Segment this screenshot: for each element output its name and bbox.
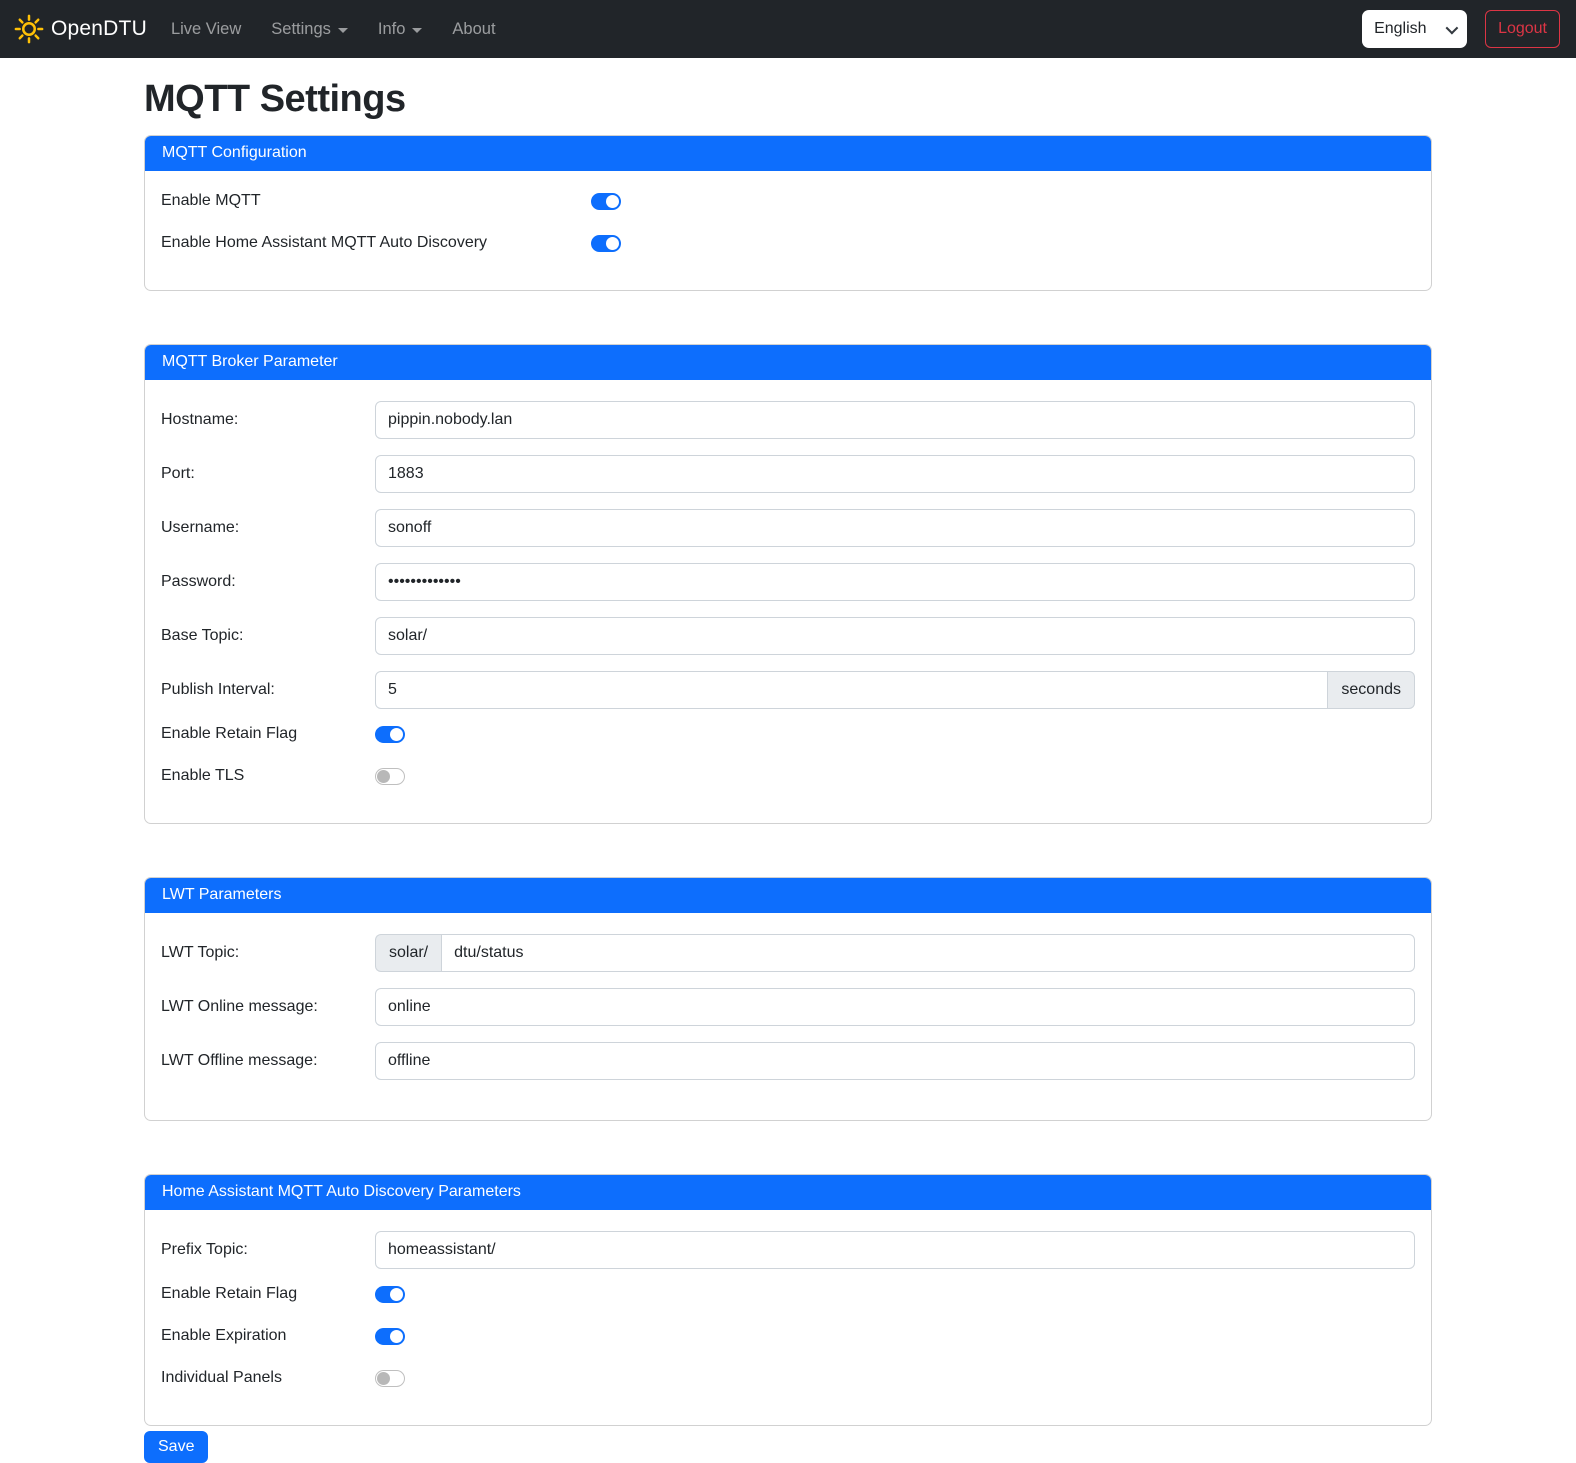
nav-item-label: About xyxy=(452,20,495,39)
enable-ha-auto-discovery-toggle[interactable] xyxy=(591,235,621,252)
field-label: Password: xyxy=(161,573,375,591)
field-label: Enable TLS xyxy=(161,767,375,785)
base-topic-prefix-addon: solar/ xyxy=(375,934,441,972)
lwt-topic-input[interactable] xyxy=(441,934,1415,972)
card-lwt-parameters: LWT Parameters LWT Topic: solar/ LWT Onl… xyxy=(144,877,1432,1121)
form-row-publish-interval: Publish Interval: seconds xyxy=(161,671,1415,709)
retain-flag-toggle[interactable] xyxy=(375,726,405,743)
card-header: MQTT Configuration xyxy=(145,136,1431,171)
caret-down-icon xyxy=(338,28,348,33)
enable-mqtt-toggle[interactable] xyxy=(591,193,621,210)
form-row-username: Username: xyxy=(161,509,1415,547)
card-ha-auto-discovery-parameters: Home Assistant MQTT Auto Discovery Param… xyxy=(144,1174,1432,1426)
brand-title: OpenDTU xyxy=(51,17,147,41)
form-row-enable-retain-flag: Enable Retain Flag xyxy=(161,725,1415,743)
field-label: Enable MQTT xyxy=(161,192,591,210)
nav-item-info[interactable]: Info xyxy=(378,20,423,39)
field-label: Prefix Topic: xyxy=(161,1241,375,1259)
brand-link[interactable]: OpenDTU xyxy=(14,14,147,44)
main-content: MQTT Settings MQTT Configuration Enable … xyxy=(144,58,1432,1463)
field-label: Base Topic: xyxy=(161,627,375,645)
field-label: Port: xyxy=(161,465,375,483)
nav-item-label: Info xyxy=(378,20,406,39)
nav-item-label: Settings xyxy=(271,20,331,39)
prefix-topic-input[interactable] xyxy=(375,1231,1415,1269)
password-input[interactable] xyxy=(375,563,1415,601)
port-input[interactable] xyxy=(375,455,1415,493)
toggle-knob xyxy=(606,195,619,208)
username-input[interactable] xyxy=(375,509,1415,547)
nav-item-settings[interactable]: Settings xyxy=(271,20,348,39)
field-label: Enable Retain Flag xyxy=(161,725,375,743)
nav-links: Live View Settings Info About xyxy=(171,20,496,39)
card-body: Enable MQTT Enable Home Assistant MQTT A… xyxy=(145,171,1431,290)
toggle-knob xyxy=(377,1372,390,1385)
form-row-enable-mqtt: Enable MQTT xyxy=(161,192,1415,210)
base-topic-input[interactable] xyxy=(375,617,1415,655)
nav-item-label: Live View xyxy=(171,20,241,39)
logout-button[interactable]: Logout xyxy=(1485,10,1560,48)
caret-down-icon xyxy=(412,28,422,33)
form-row-lwt-online-message: LWT Online message: xyxy=(161,988,1415,1026)
card-body: LWT Topic: solar/ LWT Online message: LW… xyxy=(145,913,1431,1120)
lwt-online-message-input[interactable] xyxy=(375,988,1415,1026)
card-header: MQTT Broker Parameter xyxy=(145,345,1431,380)
toggle-knob xyxy=(390,728,403,741)
hostname-input[interactable] xyxy=(375,401,1415,439)
publish-interval-input[interactable] xyxy=(375,671,1328,709)
navbar-right: English Logout xyxy=(1362,10,1560,48)
field-label: Enable Retain Flag xyxy=(161,1285,375,1303)
form-row-prefix-topic: Prefix Topic: xyxy=(161,1231,1415,1269)
toggle-knob xyxy=(390,1288,403,1301)
card-mqtt-broker-parameter: MQTT Broker Parameter Hostname: Port: Us… xyxy=(144,344,1432,824)
individual-panels-toggle[interactable] xyxy=(375,1370,405,1387)
form-row-hostname: Hostname: xyxy=(161,401,1415,439)
field-label: Publish Interval: xyxy=(161,681,375,699)
chevron-down-icon xyxy=(1446,21,1459,34)
toggle-knob xyxy=(606,237,619,250)
field-label: Enable Expiration xyxy=(161,1327,375,1345)
ha-retain-flag-toggle[interactable] xyxy=(375,1286,405,1303)
navbar: OpenDTU Live View Settings Info About En… xyxy=(0,0,1576,58)
card-header: Home Assistant MQTT Auto Discovery Param… xyxy=(145,1175,1431,1210)
field-label: Individual Panels xyxy=(161,1369,375,1387)
seconds-unit-addon: seconds xyxy=(1328,671,1415,709)
expiration-toggle[interactable] xyxy=(375,1328,405,1345)
field-label: LWT Online message: xyxy=(161,998,375,1016)
form-row-enable-tls: Enable TLS xyxy=(161,767,1415,785)
nav-item-about[interactable]: About xyxy=(452,20,495,39)
field-label: LWT Topic: xyxy=(161,944,375,962)
card-body: Prefix Topic: Enable Retain Flag Enable … xyxy=(145,1210,1431,1425)
language-select[interactable]: English xyxy=(1362,10,1467,48)
card-mqtt-configuration: MQTT Configuration Enable MQTT Enable Ho… xyxy=(144,135,1432,291)
form-row-port: Port: xyxy=(161,455,1415,493)
form-row-lwt-topic: LWT Topic: solar/ xyxy=(161,934,1415,972)
toggle-knob xyxy=(390,1330,403,1343)
card-header: LWT Parameters xyxy=(145,878,1431,913)
form-row-enable-ha-auto-discovery: Enable Home Assistant MQTT Auto Discover… xyxy=(161,234,1415,252)
field-label: Hostname: xyxy=(161,411,375,429)
form-row-password: Password: xyxy=(161,563,1415,601)
form-row-lwt-offline-message: LWT Offline message: xyxy=(161,1042,1415,1080)
tls-toggle[interactable] xyxy=(375,768,405,785)
form-row-enable-expiration: Enable Expiration xyxy=(161,1327,1415,1345)
sun-icon xyxy=(14,14,44,44)
language-select-value: English xyxy=(1374,20,1426,38)
lwt-offline-message-input[interactable] xyxy=(375,1042,1415,1080)
form-row-ha-enable-retain-flag: Enable Retain Flag xyxy=(161,1285,1415,1303)
card-body: Hostname: Port: Username: Password: Base… xyxy=(145,380,1431,823)
save-button[interactable]: Save xyxy=(144,1431,208,1463)
form-row-individual-panels: Individual Panels xyxy=(161,1369,1415,1387)
field-label: Username: xyxy=(161,519,375,537)
toggle-knob xyxy=(377,770,390,783)
nav-item-live-view[interactable]: Live View xyxy=(171,20,241,39)
page-title: MQTT Settings xyxy=(144,78,1432,121)
field-label: Enable Home Assistant MQTT Auto Discover… xyxy=(161,234,591,252)
form-row-base-topic: Base Topic: xyxy=(161,617,1415,655)
field-label: LWT Offline message: xyxy=(161,1052,375,1070)
